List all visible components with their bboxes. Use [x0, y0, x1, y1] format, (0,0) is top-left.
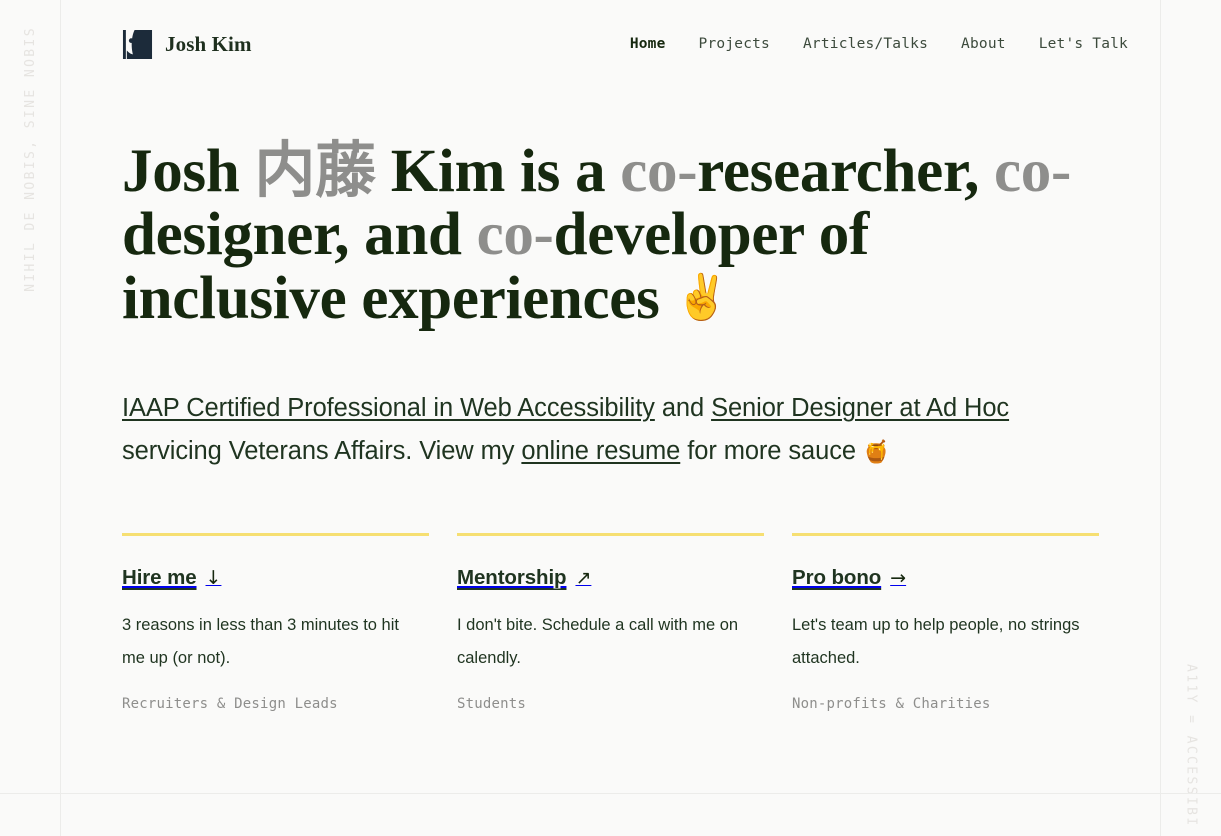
- card-top-rule: [122, 533, 429, 536]
- arrow-right-icon: →: [890, 567, 907, 589]
- main-content: Josh 内藤 Kim is a co-researcher, co-desig…: [61, 140, 1160, 712]
- site-header: Josh Kim Home Projects Articles/Talks Ab…: [61, 0, 1160, 66]
- left-rail-text: NIHIL DE NOBIS, SINE NOBIS: [22, 26, 38, 292]
- hero-title-seg-1: 内藤: [254, 138, 376, 205]
- hero-title-seg-7: co-: [476, 201, 554, 268]
- card-title: Pro bono: [792, 566, 882, 589]
- nav-item-about[interactable]: About: [961, 36, 1006, 52]
- hero-title-seg-4: researcher,: [697, 138, 995, 205]
- card-description: 3 reasons in less than 3 minutes to hit …: [122, 616, 399, 667]
- card-top-rule: [792, 533, 1099, 536]
- page-title: Josh 内藤 Kim is a co-researcher, co-desig…: [122, 140, 1099, 330]
- nav-item-home[interactable]: Home: [630, 36, 666, 52]
- right-rail-text: A11Y = ACCESSIBI: [1183, 664, 1199, 828]
- card-pro-bono: Pro bono → Let's team up to help people,…: [792, 533, 1099, 712]
- card-title: Mentorship: [457, 566, 567, 589]
- card-audience-label: Recruiters & Design Leads: [122, 696, 338, 712]
- hero-title-seg-3: co-: [620, 138, 698, 205]
- card-description: I don't bite. Schedule a call with me on…: [457, 616, 739, 667]
- card-pro-bono-link[interactable]: Pro bono →: [792, 566, 1099, 590]
- right-vertical-rail: A11Y = ACCESSIBI: [1161, 0, 1221, 836]
- hero-title-seg-0: Josh: [122, 138, 255, 205]
- nav-item-projects[interactable]: Projects: [699, 36, 770, 52]
- iaap-certification-link[interactable]: IAAP Certified Professional in Web Acces…: [122, 394, 655, 422]
- left-vertical-rail: NIHIL DE NOBIS, SINE NOBIS: [0, 0, 60, 836]
- card-mentorship-link[interactable]: Mentorship ↗: [457, 566, 764, 590]
- hero-sub-text-1: and: [654, 394, 712, 422]
- card-mentorship: Mentorship ↗ I don't bite. Schedule a ca…: [457, 533, 764, 712]
- bottom-divider: [0, 793, 1221, 794]
- peace-hand-emoji: ✌️: [674, 272, 729, 323]
- card-description: Let's team up to help people, no strings…: [792, 616, 1080, 667]
- ad-hoc-role-link[interactable]: Senior Designer at Ad Hoc: [711, 394, 1009, 422]
- nav-item-lets-talk[interactable]: Let's Talk: [1039, 36, 1128, 52]
- josh-kim-logo-icon: [122, 29, 153, 59]
- card-title: Hire me: [122, 566, 197, 589]
- arrow-up-right-icon: ↗: [575, 567, 592, 589]
- arrow-down-icon: ↓: [205, 567, 222, 589]
- hero-sub-text-2: servicing Veterans Affairs. View my: [122, 437, 522, 465]
- page-frame: Josh Kim Home Projects Articles/Talks Ab…: [60, 0, 1161, 836]
- hero-subtitle: IAAP Certified Professional in Web Acces…: [122, 387, 1099, 474]
- card-hire-me-link[interactable]: Hire me ↓: [122, 566, 429, 590]
- main-navigation: Home Projects Articles/Talks About Let's…: [630, 36, 1138, 52]
- card-audience-label: Non-profits & Charities: [792, 696, 991, 712]
- cta-card-grid: Hire me ↓ 3 reasons in less than 3 minut…: [122, 533, 1099, 712]
- card-audience-label: Students: [457, 696, 527, 712]
- online-resume-link[interactable]: online resume: [521, 437, 680, 465]
- brand-home-link[interactable]: Josh Kim: [122, 29, 252, 60]
- card-hire-me: Hire me ↓ 3 reasons in less than 3 minut…: [122, 533, 429, 712]
- hero-title-seg-2: Kim is a: [375, 138, 621, 205]
- card-top-rule: [457, 533, 764, 536]
- hero-title-seg-6: designer, and: [122, 201, 477, 268]
- sauce-emoji: 🍯: [862, 440, 891, 465]
- hero-title-seg-5: co-: [994, 138, 1072, 205]
- nav-item-articles-talks[interactable]: Articles/Talks: [803, 36, 928, 52]
- hero-sub-text-3: for more sauce: [680, 437, 863, 465]
- brand-name: Josh Kim: [165, 31, 252, 56]
